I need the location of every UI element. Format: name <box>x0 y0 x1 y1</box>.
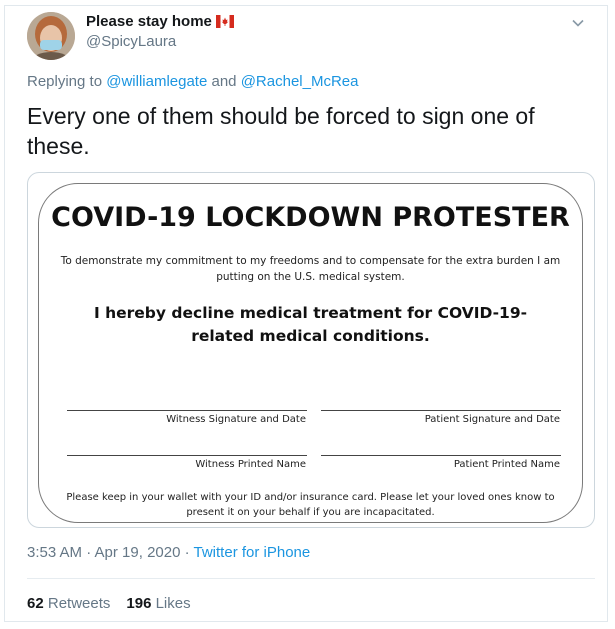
retweets-count: 62 <box>27 595 44 612</box>
tweet-container: Please stay home @SpicyLaura Replying to… <box>4 5 608 622</box>
source-link[interactable]: Twitter for iPhone <box>194 544 311 561</box>
likes-label: Likes <box>155 595 191 612</box>
likes-count: 196 <box>126 595 152 612</box>
patient-printed-line <box>321 455 561 456</box>
card-declaration: I hereby decline medical treatment for C… <box>93 304 528 345</box>
media-image[interactable]: COVID-19 LOCKDOWN PROTESTER To demonstra… <box>27 172 595 528</box>
retweets-label: Retweets <box>47 595 111 612</box>
likes-stat[interactable]: 196 Likes <box>126 595 190 612</box>
witness-signature-line <box>67 410 307 411</box>
divider <box>27 578 595 579</box>
protester-card: COVID-19 LOCKDOWN PROTESTER To demonstra… <box>38 183 583 523</box>
card-title: COVID-19 LOCKDOWN PROTESTER <box>51 202 570 233</box>
witness-printed-label: Witness Printed Name <box>195 459 306 470</box>
card-intro: To demonstrate my commitment to my freed… <box>60 255 561 283</box>
mention-link-2[interactable]: @Rachel_McRea <box>241 73 359 90</box>
patient-signature-label: Patient Signature and Date <box>424 414 560 425</box>
retweets-stat[interactable]: 62 Retweets <box>27 595 110 612</box>
tweet-text: Every one of them should be forced to si… <box>27 103 535 159</box>
chevron-down-icon[interactable] <box>571 16 585 30</box>
replying-to: Replying to @williamlegate and @Rachel_M… <box>27 73 358 90</box>
display-name-text: Please stay home <box>86 13 212 30</box>
card-footer: Please keep in your wallet with your ID … <box>66 492 555 518</box>
avatar-photo <box>27 12 75 60</box>
witness-printed-line <box>67 455 307 456</box>
tweet-timestamp: 3:53 AM · Apr 19, 2020 · Twitter for iPh… <box>27 544 310 561</box>
time-date[interactable]: 3:53 AM · Apr 19, 2020 · <box>27 544 190 561</box>
tweet-stats: 62 Retweets 196 Likes <box>27 595 191 612</box>
witness-signature-label: Witness Signature and Date <box>166 414 306 425</box>
avatar[interactable] <box>27 12 75 60</box>
display-name[interactable]: Please stay home <box>86 13 234 32</box>
mention-link-1[interactable]: @williamlegate <box>106 73 207 90</box>
patient-signature-line <box>321 410 561 411</box>
replying-prefix: Replying to <box>27 73 103 90</box>
patient-printed-label: Patient Printed Name <box>453 459 560 470</box>
user-handle[interactable]: @SpicyLaura <box>86 33 176 50</box>
canada-flag-icon <box>215 15 234 32</box>
replying-conjunction: and <box>211 73 237 90</box>
